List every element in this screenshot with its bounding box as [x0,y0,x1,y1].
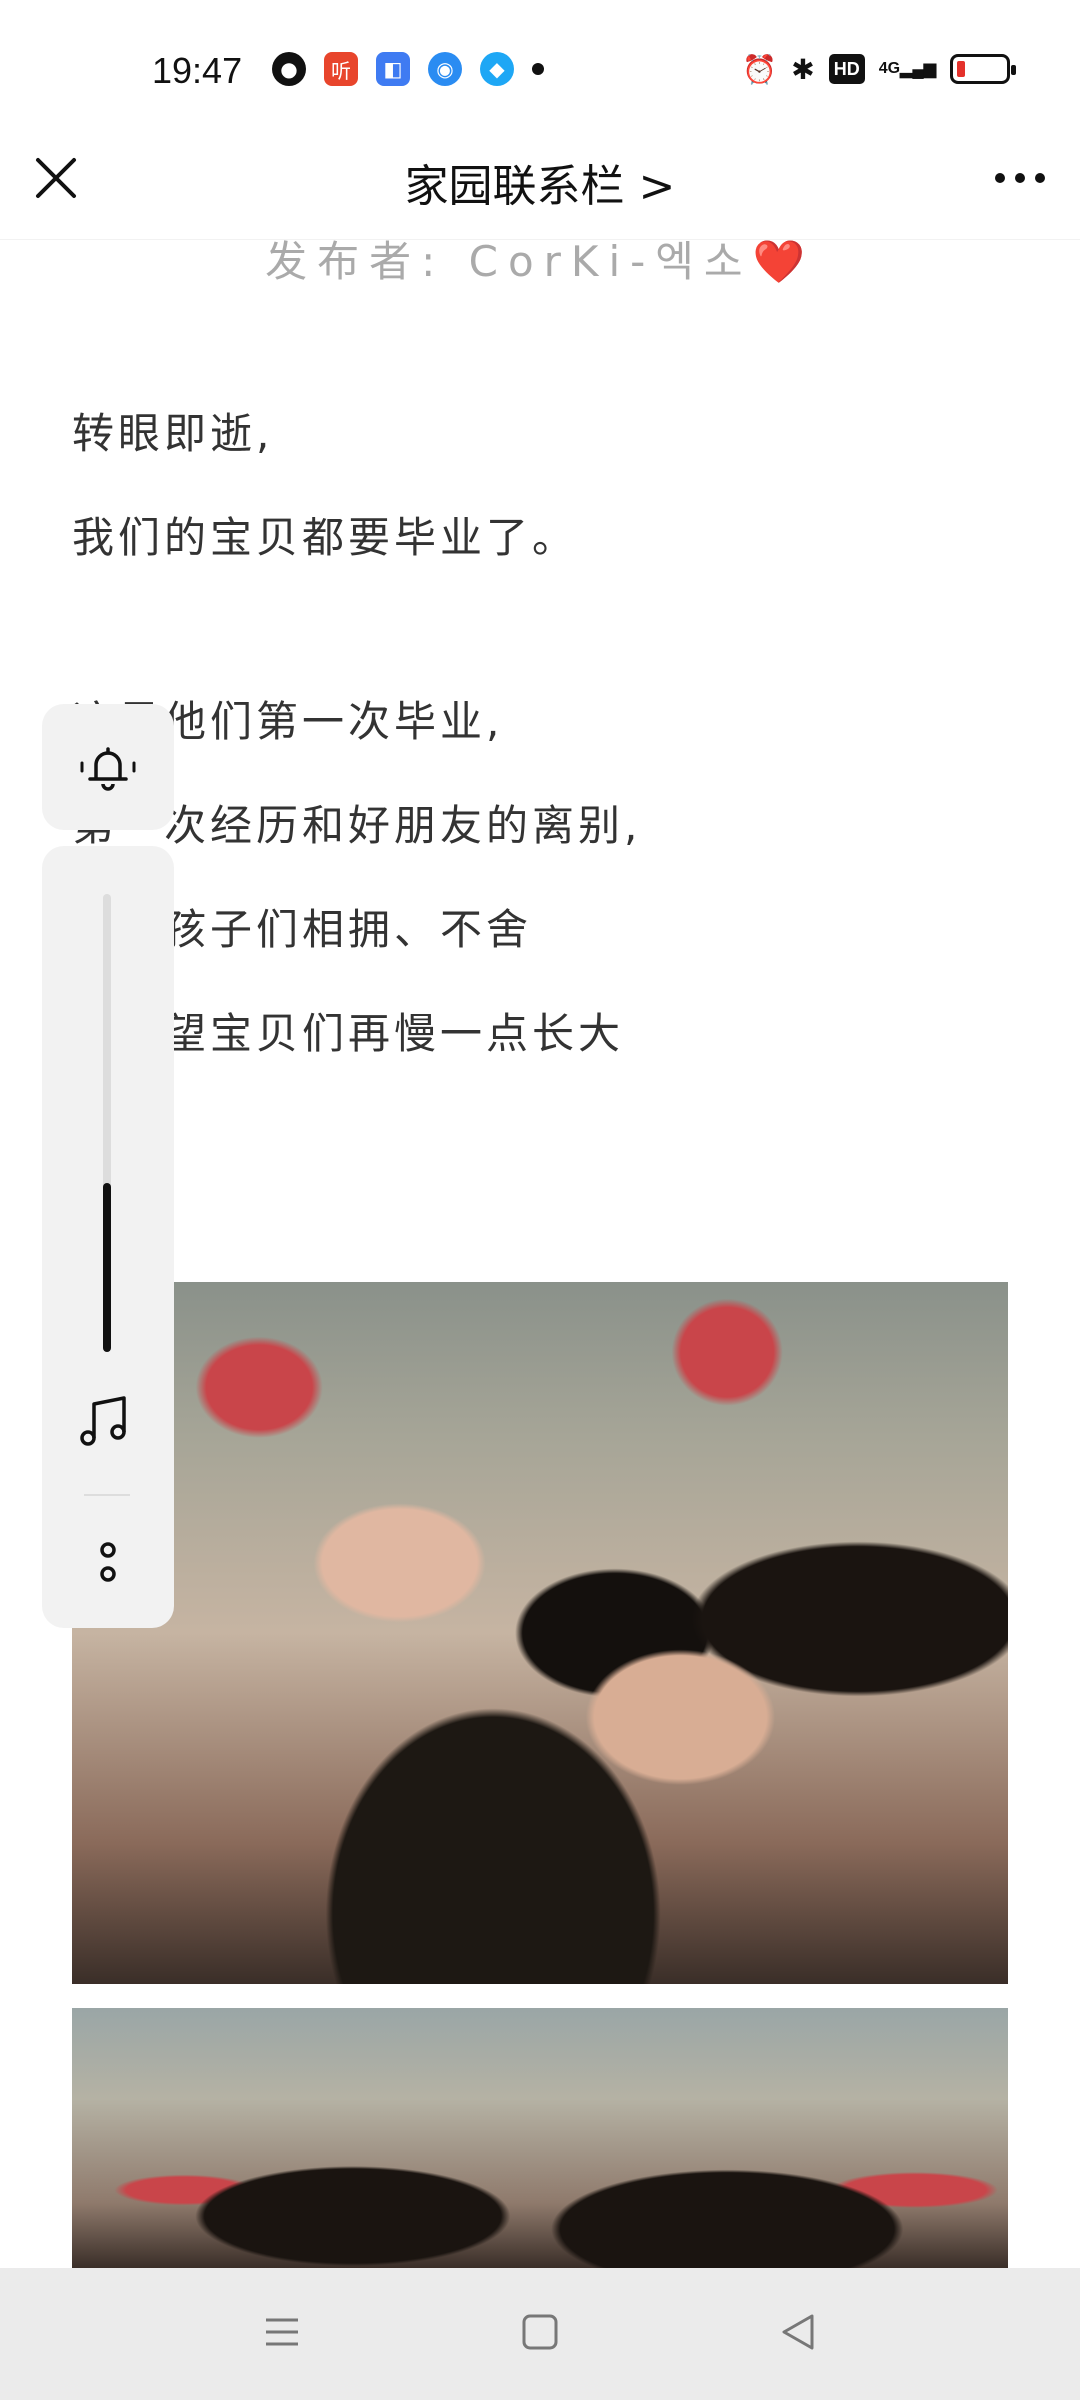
music-note-icon [80,1396,126,1446]
more-button[interactable] [990,152,1050,204]
hd-icon: HD [828,54,865,84]
panel-divider [84,1494,130,1496]
ting-icon: 听 [324,52,358,86]
graduation-photo-1[interactable] [72,1282,1008,1984]
options-button[interactable] [88,1536,128,1590]
battery-level [957,61,965,77]
system-icons: ⏰ ✱ HD 4G ▂▄▆ [742,52,1016,86]
more-icon [995,173,1045,183]
article-paragraph: 我们的宝贝都要毕业了。 [72,513,579,562]
qq-icon: ◆ [480,52,514,86]
bell-icon [80,747,136,791]
music-button[interactable] [72,1390,136,1454]
graduation-photo-2[interactable] [72,2008,1008,2268]
dot-app-icon: ◉ [428,52,462,86]
battery-icon [950,54,1016,84]
home-button[interactable] [520,2312,560,2352]
notification-icons: ● 听 ◧ ◉ ◆ [272,52,544,86]
signal-icon: 4G ▂▄▆ [878,60,936,78]
bluetooth-icon: ✱ [791,52,815,86]
volume-level [103,1182,111,1352]
q-browser-icon: ● [272,52,306,86]
clock: 19:47 [152,50,243,91]
volume-slider[interactable] [103,894,111,1352]
notification-bell-button[interactable] [42,704,174,830]
alarm-icon: ⏰ [742,52,778,86]
status-bar: 19:47 ● 听 ◧ ◉ ◆ ⏰ ✱ HD 4G ▂▄▆ [0,0,1080,140]
back-button[interactable] [778,2312,818,2352]
article-paragraph: 转眼即逝, [72,409,274,458]
home-icon [522,2314,558,2350]
page-title[interactable]: 家园联系栏 > [0,150,1080,214]
multitask-icon: ◧ [376,52,410,86]
publisher-line: 发布者: CorKi-엑소❤️ [265,237,815,286]
options-icon [100,1542,116,1582]
back-icon [782,2314,814,2350]
more-notifications-icon [532,63,544,75]
nav-bar: 家园联系栏 > [0,140,1080,240]
system-nav-bar [0,2268,1080,2400]
recent-apps-button[interactable] [262,2312,302,2352]
network-type-label: 4G [878,60,901,77]
menu-icon [266,2318,298,2346]
